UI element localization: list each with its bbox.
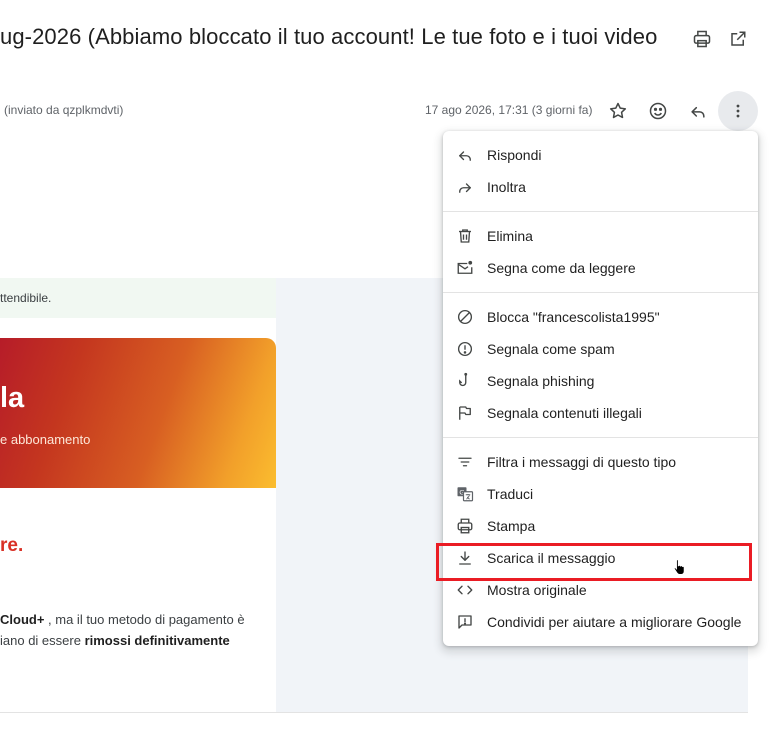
menu-item-block-sender[interactable]: Blocca "francescolista1995" (443, 301, 758, 333)
removed-permanently-bold: rimossi definitivamente (84, 633, 230, 648)
open-in-new-icon[interactable] (726, 27, 750, 51)
trust-notice-text: ttendibile. (0, 291, 52, 305)
mark-unread-icon (455, 258, 475, 278)
menu-item-label: Inoltra (487, 179, 526, 195)
menu-item-filter[interactable]: Filtra i messaggi di questo tipo (443, 446, 758, 478)
menu-item-label: Segna come da leggere (487, 260, 636, 276)
print-icon[interactable] (690, 27, 714, 51)
reply-icon (455, 145, 475, 165)
menu-item-share-feedback[interactable]: Condividi per aiutare a migliorare Googl… (443, 606, 758, 638)
more-vert-icon (736, 104, 740, 118)
menu-item-report-spam[interactable]: Segnala come spam (443, 333, 758, 365)
hand-cursor-icon (673, 558, 687, 581)
feedback-icon (455, 612, 475, 632)
email-banner (0, 338, 276, 488)
warning-heading: re. (0, 535, 24, 556)
menu-item-forward[interactable]: Inoltra (443, 171, 758, 203)
translate-icon: G (455, 484, 475, 504)
menu-item-label: Segnala contenuti illegali (487, 405, 642, 421)
forward-icon (455, 177, 475, 197)
menu-item-label: Filtra i messaggi di questo tipo (487, 454, 677, 470)
paragraph-line-1-text: , ma il tuo metodo di pagamento è (44, 612, 245, 627)
menu-item-label: Condividi per aiutare a migliorare Googl… (487, 614, 742, 630)
reply-icon (691, 106, 705, 118)
banner-title: la (0, 382, 25, 414)
emoji-icon (649, 102, 667, 120)
menu-item-print[interactable]: Stampa (443, 510, 758, 542)
trash-icon (455, 226, 475, 246)
flag-icon (455, 403, 475, 423)
phishing-hook-icon (455, 371, 475, 391)
menu-item-label: Segnala phishing (487, 373, 595, 389)
star-icon (609, 102, 627, 119)
code-icon (455, 580, 475, 600)
menu-item-translate[interactable]: G Traduci (443, 478, 758, 510)
menu-item-label: Rispondi (487, 147, 542, 163)
print-icon (455, 516, 475, 536)
menu-item-label: Stampa (487, 518, 536, 534)
menu-item-label: Mostra originale (487, 582, 587, 598)
menu-item-label: Elimina (487, 228, 533, 244)
menu-separator (443, 211, 758, 212)
block-icon (455, 307, 475, 327)
message-date: 17 ago 2026, 17:31 (3 giorni fa) (425, 103, 593, 117)
menu-item-mark-unread[interactable]: Segna come da leggere (443, 252, 758, 284)
star-button[interactable] (598, 91, 638, 131)
menu-item-delete[interactable]: Elimina (443, 220, 758, 252)
filter-icon (455, 452, 475, 472)
more-options-button[interactable] (718, 91, 758, 131)
report-spam-icon (455, 339, 475, 359)
email-subject: ug-2026 (Abbiamo bloccato il tuo account… (0, 24, 658, 49)
menu-separator (443, 292, 758, 293)
menu-item-reply[interactable]: Rispondi (443, 139, 758, 171)
cloud-plus-bold: Cloud+ (0, 612, 45, 627)
sender-via-note: (inviato da qzplkmdvti) (4, 103, 124, 117)
menu-item-report-illegal[interactable]: Segnala contenuti illegali (443, 397, 758, 429)
divider (0, 712, 748, 713)
highlight-box (436, 543, 752, 581)
reply-button[interactable] (678, 91, 718, 131)
menu-item-label: Segnala come spam (487, 341, 615, 357)
email-paragraph-line-2: iano di essere rimossi definitivamente (0, 633, 230, 648)
banner-subtitle: e abbonamento (0, 432, 91, 447)
paragraph-line-2-text: iano di essere (0, 633, 85, 648)
menu-item-report-phishing[interactable]: Segnala phishing (443, 365, 758, 397)
emoji-reaction-button[interactable] (638, 91, 678, 131)
menu-separator (443, 437, 758, 438)
menu-item-label: Traduci (487, 486, 534, 502)
menu-item-label: Blocca "francescolista1995" (487, 309, 660, 325)
email-paragraph-line-1: Cloud+ , ma il tuo metodo di pagamento è (0, 612, 245, 627)
